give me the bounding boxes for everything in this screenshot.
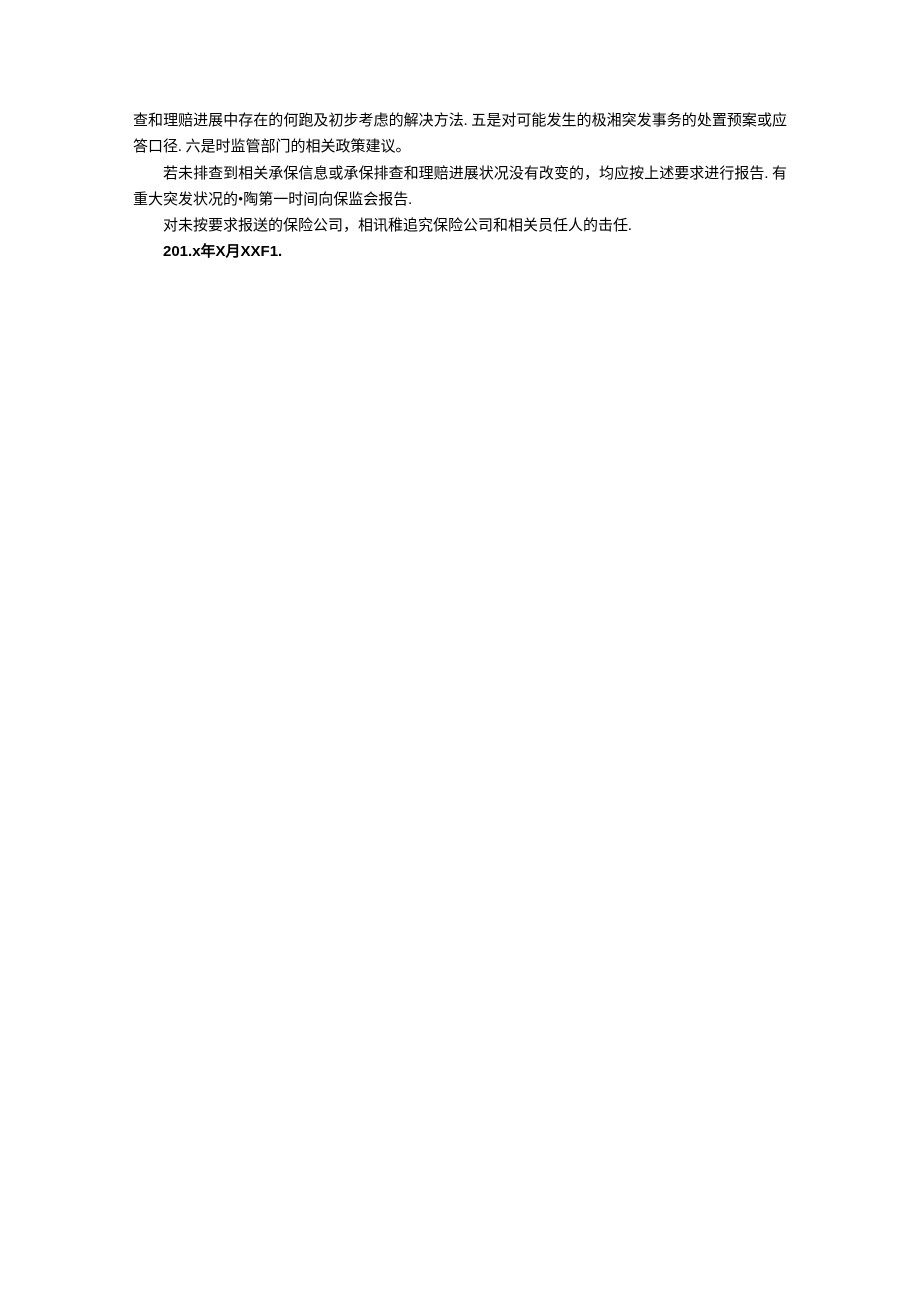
paragraph-3: 对未按要求报送的保险公司，相讯稚追究保险公司和相关员任人的击任. bbox=[133, 213, 787, 239]
document-body: 查和理赔进展中存在的何跑及初步考虑的解决方法. 五是对可能发生的极湘突发事务的处… bbox=[133, 108, 787, 266]
paragraph-2: 若未排查到相关承保信息或承保排查和理赔进展状况没有改变的，均应按上述要求进行报告… bbox=[133, 161, 787, 214]
paragraph-1: 查和理赔进展中存在的何跑及初步考虑的解决方法. 五是对可能发生的极湘突发事务的处… bbox=[133, 108, 787, 161]
date-line: 201.x年X月XXF1. bbox=[133, 239, 787, 265]
